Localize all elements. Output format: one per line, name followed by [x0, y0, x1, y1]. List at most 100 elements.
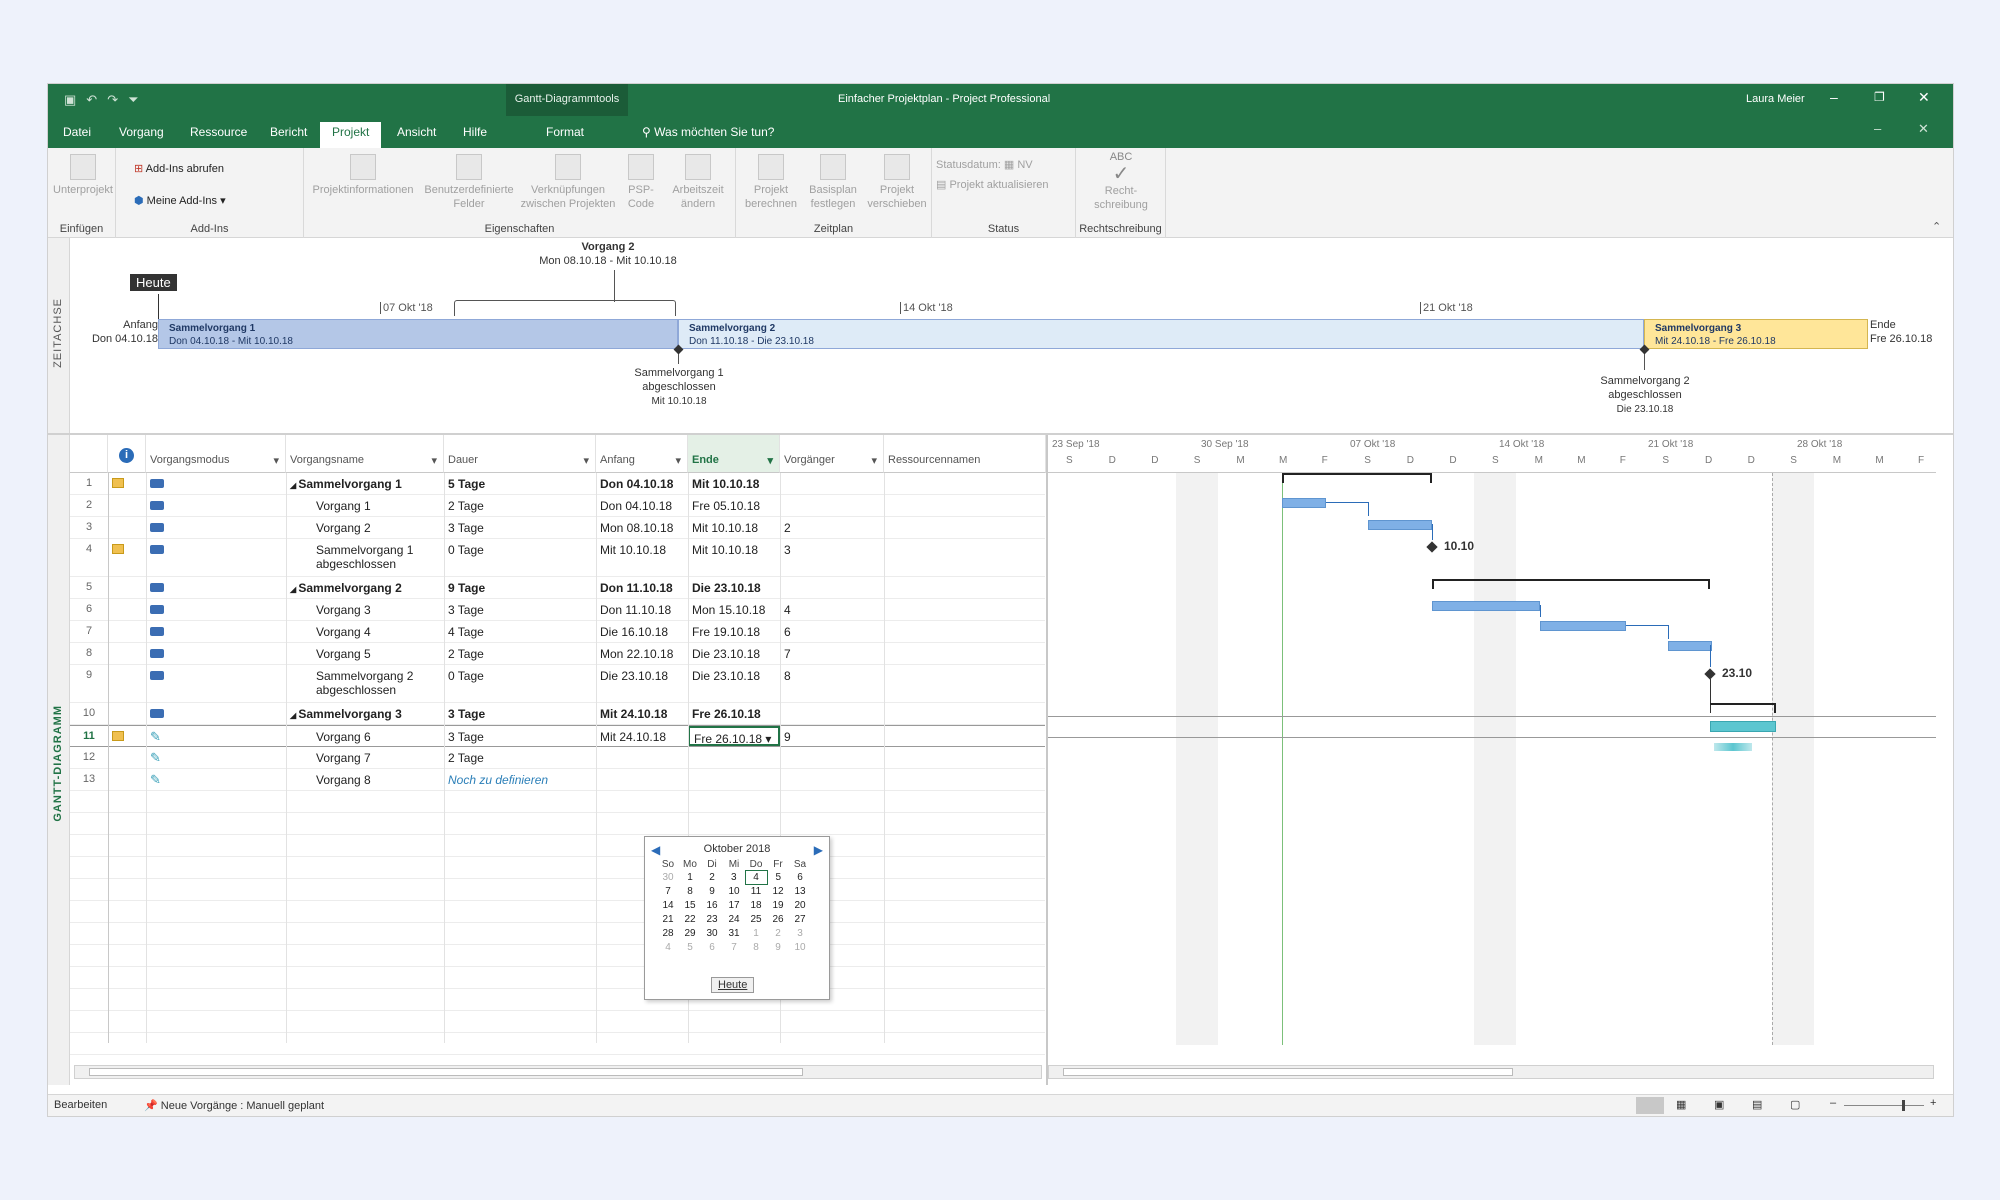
task-name-cell[interactable]: ◢ Sammelvorgang 3	[286, 703, 444, 724]
filter-dropdown-icon[interactable]: ▾	[273, 454, 279, 467]
calendar-day[interactable]: 4	[744, 870, 768, 885]
col-vorgangsname[interactable]: Vorgangsname ▾	[286, 435, 444, 473]
calendar-day[interactable]: 3	[789, 927, 811, 941]
start-cell[interactable]: Die 16.10.18	[596, 621, 688, 642]
indicator-cell[interactable]	[108, 726, 146, 746]
duration-cell[interactable]: 0 Tage	[444, 665, 596, 702]
duration-cell[interactable]: Noch zu definieren	[444, 769, 596, 790]
start-cell[interactable]: Don 04.10.18	[596, 495, 688, 516]
calendar-day[interactable]: 2	[767, 927, 789, 941]
calendar-day[interactable]: 8	[745, 941, 767, 955]
finish-cell[interactable]: Mit 10.10.18	[688, 517, 780, 538]
resource-cell[interactable]	[884, 577, 1046, 598]
table-row[interactable]: 9 Sammelvorgang 2 abgeschlossen 0 Tage Die 2…	[70, 665, 1045, 703]
task-name-cell[interactable]: Vorgang 8	[286, 769, 444, 790]
mode-cell[interactable]	[146, 495, 286, 516]
statusdatum-field[interactable]: Statusdatum: ▦ NV	[936, 158, 1033, 171]
empty-row[interactable]	[70, 923, 1045, 945]
task-bar-vorgang-5[interactable]	[1668, 641, 1712, 651]
duration-cell[interactable]: 3 Tage	[444, 726, 596, 746]
task-name-cell[interactable]: Vorgang 5	[286, 643, 444, 664]
tell-me-box[interactable]: ⚲ Was möchten Sie tun?	[642, 125, 774, 139]
calendar-day[interactable]: 24	[723, 913, 745, 927]
task-usage-icon[interactable]: ▦	[1676, 1098, 1686, 1111]
close-button[interactable]: ✕	[1918, 89, 1930, 106]
empty-row[interactable]	[70, 813, 1045, 835]
resource-cell[interactable]	[884, 747, 1046, 768]
resource-cell[interactable]	[884, 539, 1046, 576]
tab-bericht[interactable]: Bericht	[270, 125, 307, 139]
table-hscrollbar[interactable]	[74, 1065, 1042, 1079]
calendar-day[interactable]: 27	[789, 913, 811, 927]
col-anfang[interactable]: Anfang ▾	[596, 435, 688, 473]
indicator-cell[interactable]	[108, 495, 146, 516]
note-icon[interactable]	[112, 731, 124, 741]
mode-cell[interactable]	[146, 643, 286, 664]
calendar-day[interactable]: 18	[745, 899, 767, 913]
task-bar-vorgang-2[interactable]	[1368, 520, 1432, 530]
basisplan-button[interactable]: Basisplan festlegen	[802, 154, 864, 211]
user-name[interactable]: Laura Meier	[1746, 93, 1805, 105]
new-tasks-mode[interactable]: 📌 Neue Vorgänge : Manuell geplant	[144, 1099, 324, 1112]
add-ins-abrufen-button[interactable]: ⊞ Add-Ins abrufen	[134, 162, 224, 175]
customize-qat-icon[interactable]: ⏷	[128, 92, 138, 108]
calendar-day[interactable]: 1	[679, 871, 701, 885]
indicator-cell[interactable]	[108, 473, 146, 494]
start-cell[interactable]: Don 11.10.18	[596, 599, 688, 620]
finish-cell[interactable]: Mon 15.10.18	[688, 599, 780, 620]
indicator-cell[interactable]	[108, 747, 146, 768]
note-icon[interactable]	[112, 544, 124, 554]
calendar-day[interactable]: 10	[723, 885, 745, 899]
finish-cell[interactable]: Mit 10.10.18	[688, 473, 780, 494]
mode-cell[interactable]: ✎	[146, 726, 286, 746]
mode-cell[interactable]: ✎	[146, 769, 286, 790]
calendar-day[interactable]: 5	[767, 871, 789, 885]
scroll-thumb[interactable]	[1063, 1068, 1513, 1076]
timeline-bar-sammelvorgang-3[interactable]: Sammelvorgang 3 Mit 24.10.18 - Fre 26.10…	[1644, 319, 1868, 349]
team-planner-icon[interactable]: ▣	[1714, 1098, 1724, 1111]
zoom-slider[interactable]	[1844, 1105, 1924, 1106]
tab-ansicht[interactable]: Ansicht	[397, 125, 436, 139]
col-vorgaenger[interactable]: Vorgänger ▾	[780, 435, 884, 473]
duration-cell[interactable]: 2 Tage	[444, 747, 596, 768]
table-row[interactable]: 2 Vorgang 1 2 Tage Don 04.10.18 Fre 05.10.18	[70, 495, 1045, 517]
zoom-slider-thumb[interactable]	[1902, 1100, 1905, 1111]
resource-cell[interactable]	[884, 621, 1046, 642]
calendar-day[interactable]: 10	[789, 941, 811, 955]
resource-cell[interactable]	[884, 473, 1046, 494]
finish-cell[interactable]: Die 23.10.18	[688, 665, 780, 702]
col-indicators[interactable]: i	[108, 435, 146, 473]
document-close-button[interactable]: ✕	[1918, 121, 1929, 137]
finish-cell[interactable]: Fre 05.10.18	[688, 495, 780, 516]
resource-cell[interactable]	[884, 495, 1046, 516]
calendar-day[interactable]: 28	[657, 927, 679, 941]
calendar-day[interactable]: 2	[701, 871, 723, 885]
indicator-cell[interactable]	[108, 577, 146, 598]
mode-cell[interactable]: ✎	[146, 747, 286, 768]
filter-dropdown-icon[interactable]: ▾	[675, 454, 681, 467]
calendar-day[interactable]: 5	[679, 941, 701, 955]
projektinformationen-button[interactable]: Projektinformationen	[308, 154, 418, 197]
resource-sheet-icon[interactable]: ▤	[1752, 1098, 1762, 1111]
calendar-day[interactable]: 4	[657, 941, 679, 955]
table-row[interactable]: 6 Vorgang 3 3 Tage Don 11.10.18 Mon 15.10.18…	[70, 599, 1045, 621]
collapse-ribbon-icon[interactable]: ⌃	[1932, 220, 1941, 233]
date-picker-popup[interactable]: ◀ Oktober 2018 ▶ So Mo Di Mi Do Fr Sa 30 1 2 3 4 5 6…	[644, 836, 830, 1000]
calendar-day[interactable]: 26	[767, 913, 789, 927]
tab-format[interactable]: Format	[546, 125, 584, 139]
empty-row[interactable]	[70, 989, 1045, 1011]
calendar-day[interactable]: 16	[701, 899, 723, 913]
calendar-day[interactable]: 19	[767, 899, 789, 913]
milestone-diamond[interactable]	[1704, 668, 1716, 680]
resource-cell[interactable]	[884, 517, 1046, 538]
calendar-day[interactable]: 6	[789, 871, 811, 885]
calendar-day[interactable]: 30	[701, 927, 723, 941]
timeline-bar-sammelvorgang-1[interactable]: Sammelvorgang 1 Don 04.10.18 - Mit 10.10…	[158, 319, 678, 349]
task-bar-vorgang-3[interactable]	[1432, 601, 1540, 611]
finish-cell[interactable]: Die 23.10.18	[688, 643, 780, 664]
calendar-day[interactable]: 20	[789, 899, 811, 913]
start-cell[interactable]: Mon 22.10.18	[596, 643, 688, 664]
redo-icon[interactable]: ↷	[107, 92, 118, 108]
task-bar-vorgang-1[interactable]	[1282, 498, 1326, 508]
undo-icon[interactable]: ↶	[86, 92, 97, 108]
